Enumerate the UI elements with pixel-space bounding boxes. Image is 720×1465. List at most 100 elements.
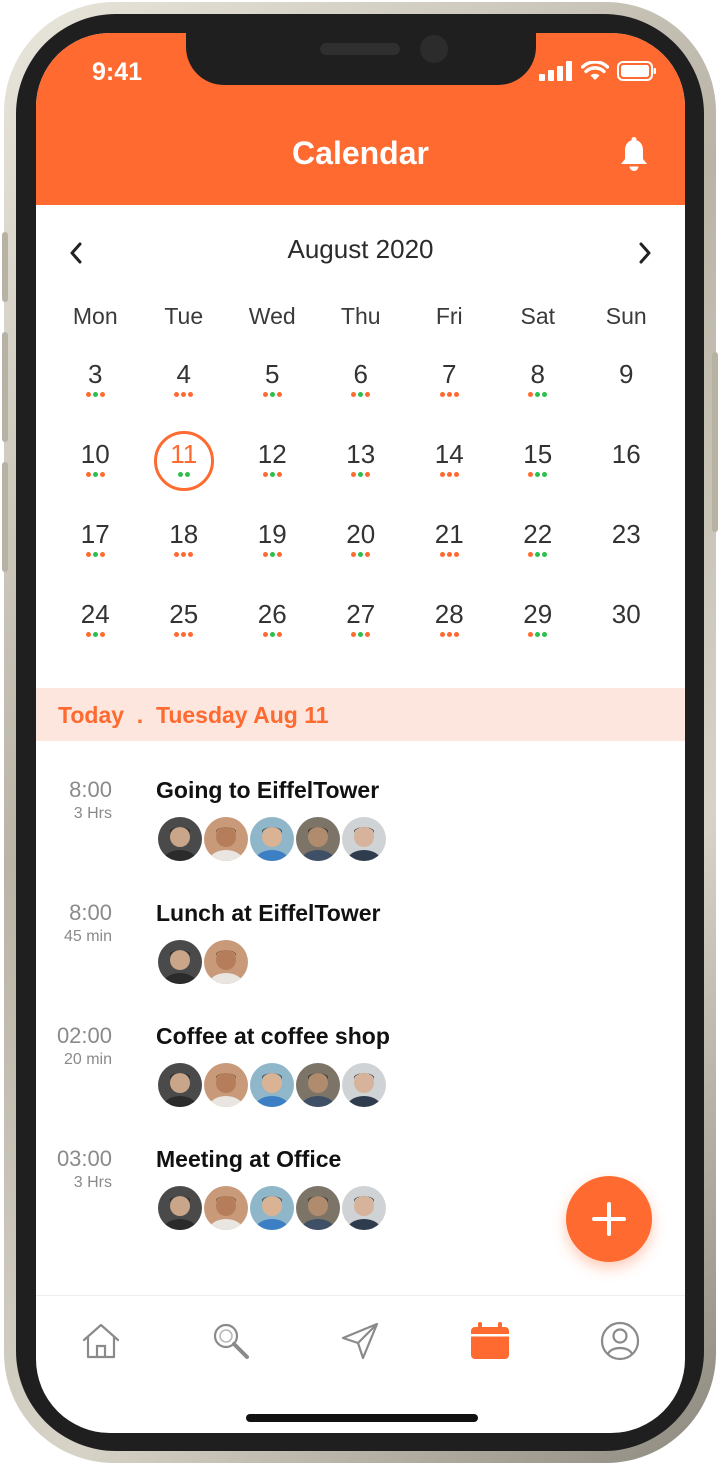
event-item[interactable]: 8:00 45 min Lunch at EiffelTower — [36, 896, 685, 1019]
tab-search[interactable] — [166, 1296, 296, 1395]
event-dots — [85, 632, 105, 637]
calendar-day[interactable]: 9 — [582, 339, 671, 419]
event-dot — [446, 392, 452, 397]
day-number: 19 — [257, 519, 287, 549]
event-item[interactable]: 8:00 3 Hrs Going to EiffelTower — [36, 773, 685, 896]
add-event-button[interactable] — [566, 1176, 652, 1262]
calendar-day[interactable]: 4 — [140, 339, 229, 419]
calendar-day[interactable]: 5 — [228, 339, 317, 419]
weekday-header: Mon Tue Wed Thu Fri Sat Sun — [51, 303, 671, 339]
avatar[interactable] — [248, 1061, 296, 1109]
calendar-day[interactable]: 11 — [140, 419, 229, 499]
weekday-label: Mon — [72, 303, 118, 329]
event-dot — [365, 552, 371, 557]
calendar-day[interactable]: 20 — [317, 499, 406, 579]
day-number: 26 — [257, 599, 287, 629]
calendar-day[interactable]: 23 — [582, 499, 671, 579]
calendar-day[interactable]: 21 — [405, 499, 494, 579]
avatar[interactable] — [340, 1184, 388, 1232]
avatar[interactable] — [248, 1184, 296, 1232]
calendar-day[interactable]: 25 — [140, 579, 229, 659]
avatar[interactable] — [202, 1061, 250, 1109]
calendar-week: 10 11 12 13 14 15 16 — [51, 419, 671, 499]
event-dots — [528, 552, 548, 557]
event-dot — [181, 392, 187, 397]
event-dot — [439, 472, 445, 477]
calendar-day[interactable]: 28 — [405, 579, 494, 659]
event-dots — [439, 472, 459, 477]
calendar-weeks: 3 4 5 6 7 8 9 10 11 12 13 14 15 16 17 18 19 20 21 22 23 24 25 2… — [51, 339, 671, 659]
calendar-day[interactable]: 17 — [51, 499, 140, 579]
avatar[interactable] — [294, 1184, 342, 1232]
screen: 9:41 Calendar August 2020 Mon Tue Wed Th… — [36, 33, 685, 1433]
event-dots — [85, 552, 105, 557]
avatar[interactable] — [156, 938, 204, 986]
tab-send[interactable] — [296, 1296, 426, 1395]
calendar-day[interactable]: 6 — [317, 339, 406, 419]
event-dot — [188, 552, 194, 557]
event-duration: 20 min — [63, 1051, 112, 1068]
calendar-day[interactable]: 26 — [228, 579, 317, 659]
event-dot — [174, 632, 180, 637]
plus-icon — [592, 1202, 626, 1236]
side-button — [2, 232, 8, 302]
avatar[interactable] — [156, 815, 204, 863]
notification-button[interactable] — [619, 137, 649, 178]
calendar-day[interactable]: 24 — [51, 579, 140, 659]
event-dot — [535, 392, 541, 397]
avatar[interactable] — [202, 815, 250, 863]
avatar[interactable] — [202, 1184, 250, 1232]
calendar-day[interactable]: 3 — [51, 339, 140, 419]
event-dot — [85, 472, 91, 477]
event-dots — [439, 632, 459, 637]
avatar[interactable] — [294, 1061, 342, 1109]
next-month-button[interactable] — [630, 238, 660, 268]
calendar-week: 3 4 5 6 7 8 9 — [51, 339, 671, 419]
calendar-day[interactable]: 14 — [405, 419, 494, 499]
tab-calendar[interactable] — [425, 1296, 555, 1395]
calendar-day[interactable]: 30 — [582, 579, 671, 659]
event-item[interactable]: 02:00 20 min Coffee at coffee shop — [36, 1019, 685, 1142]
event-dots — [528, 392, 548, 397]
status-icons — [539, 61, 657, 81]
calendar-day[interactable]: 13 — [317, 419, 406, 499]
event-dot — [188, 392, 194, 397]
day-number: 27 — [346, 599, 376, 629]
day-number: 8 — [530, 359, 545, 389]
event-dot — [85, 552, 91, 557]
calendar-day[interactable]: 29 — [494, 579, 583, 659]
calendar-day[interactable]: 22 — [494, 499, 583, 579]
calendar-week: 24 25 26 27 28 29 30 — [51, 579, 671, 659]
calendar-day[interactable]: 8 — [494, 339, 583, 419]
avatar[interactable] — [340, 815, 388, 863]
weekday-label: Tue — [164, 303, 204, 329]
avatar[interactable] — [294, 815, 342, 863]
event-time: 03:00 — [56, 1146, 112, 1171]
event-dot — [92, 392, 98, 397]
calendar-day[interactable]: 10 — [51, 419, 140, 499]
day-number: 9 — [619, 359, 634, 389]
avatar[interactable] — [156, 1184, 204, 1232]
calendar-day[interactable]: 12 — [228, 419, 317, 499]
calendar-day[interactable]: 15 — [494, 419, 583, 499]
event-dot — [276, 552, 282, 557]
avatar[interactable] — [340, 1061, 388, 1109]
app-header: Calendar — [36, 113, 685, 205]
day-number: 13 — [346, 439, 376, 469]
calendar-day[interactable]: 7 — [405, 339, 494, 419]
calendar-day[interactable]: 18 — [140, 499, 229, 579]
calendar-day[interactable]: 19 — [228, 499, 317, 579]
calendar-day[interactable]: 16 — [582, 419, 671, 499]
tab-profile[interactable] — [555, 1296, 685, 1395]
avatar[interactable] — [248, 815, 296, 863]
event-dot — [269, 472, 275, 477]
today-banner: Today . Tuesday Aug 11 — [36, 688, 685, 741]
avatar[interactable] — [202, 938, 250, 986]
battery-icon — [617, 61, 656, 81]
avatar[interactable] — [156, 1061, 204, 1109]
tab-home[interactable] — [36, 1296, 166, 1395]
status-bar: 9:41 — [36, 33, 685, 113]
calendar-day[interactable]: 27 — [317, 579, 406, 659]
day-number: 29 — [523, 599, 553, 629]
event-dots — [85, 392, 105, 397]
